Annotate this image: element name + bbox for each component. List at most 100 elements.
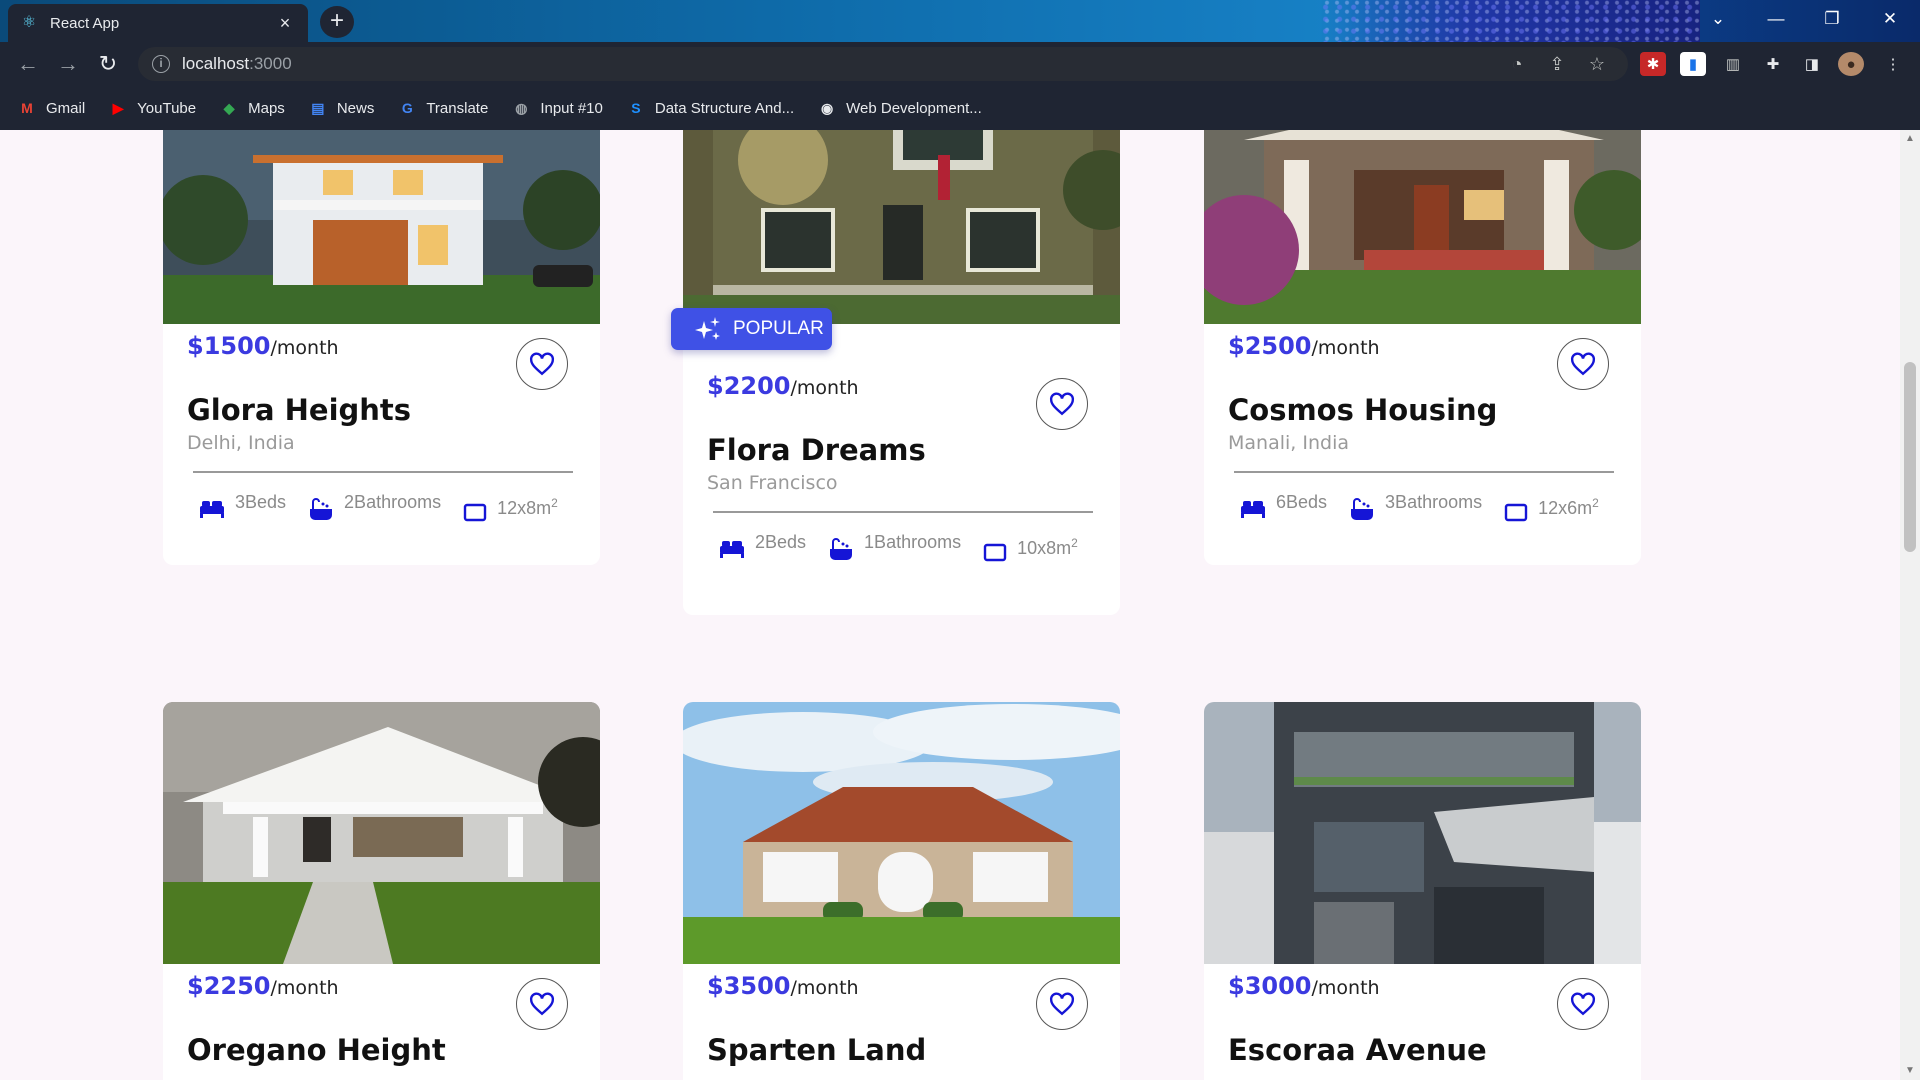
listing-card[interactable]: $1500/month Glora Heights Delhi, India 3… [163, 130, 600, 565]
browser-tab-strip: ⚛ React App × + [0, 0, 1920, 42]
performance-icon[interactable]: ◔ [1502, 49, 1532, 79]
area-icon [1504, 503, 1528, 522]
react-icon: ⚛ [21, 14, 37, 31]
bed-icon [1241, 501, 1265, 518]
extension-icon[interactable]: ✱ [1640, 52, 1666, 76]
profile-avatar[interactable]: ● [1838, 52, 1864, 76]
listing-location: Delhi, India [187, 432, 295, 454]
listing-card[interactable]: $2250/month Oregano Height [163, 702, 600, 1080]
favorite-button[interactable] [1036, 978, 1088, 1030]
price-period: /month [1311, 977, 1380, 999]
scroll-up-arrow-icon[interactable]: ▲ [1900, 130, 1920, 148]
beds-info: 3Beds [199, 492, 286, 518]
favorite-button[interactable] [516, 978, 568, 1030]
bookmark-item[interactable]: G Translate [396, 99, 488, 117]
gmail-icon: M [21, 100, 33, 116]
popular-badge: POPULAR [671, 308, 832, 350]
favorite-button[interactable] [1557, 978, 1609, 1030]
forward-icon[interactable]: → [48, 44, 88, 84]
house-photo [1204, 130, 1641, 324]
area-info: 10x8m2 [983, 532, 1078, 562]
bookmark-label: News [336, 99, 375, 117]
price-period: /month [790, 377, 859, 399]
url-port: :3000 [249, 54, 292, 73]
bookmark-item[interactable]: S Data Structure And... [625, 99, 794, 117]
extension-icon[interactable]: ▮ [1680, 52, 1706, 76]
card-divider [1234, 471, 1614, 473]
translate-icon: G [401, 100, 413, 116]
tab-title: React App [50, 14, 120, 32]
menu-kebab-icon[interactable]: ⋮ [1880, 52, 1906, 76]
amenities-row: 3Beds 2Bathrooms 12x8m2 [199, 492, 580, 522]
reload-icon[interactable]: ↻ [88, 44, 128, 84]
bathtub-icon [1351, 498, 1374, 520]
beds-info: 6Beds [1240, 492, 1327, 518]
bookmark-item[interactable]: M Gmail [16, 99, 85, 117]
close-window-icon[interactable]: ✕ [1864, 0, 1916, 38]
s-logo-icon: S [631, 100, 641, 116]
listing-name: Flora Dreams [707, 433, 926, 467]
favorite-button[interactable] [516, 338, 568, 390]
extension-chart-icon[interactable]: ▥ [1720, 52, 1746, 76]
minimize-icon[interactable]: — [1750, 0, 1802, 38]
close-tab-icon[interactable]: × [274, 13, 296, 34]
area-icon [983, 543, 1007, 562]
bookmark-item[interactable]: ◆ Maps [218, 99, 285, 117]
price-period: /month [270, 337, 339, 359]
side-panel-icon[interactable]: ◨ [1799, 52, 1825, 76]
listing-card[interactable]: $3500/month Sparten Land [683, 702, 1120, 1080]
bookmark-label: Translate [426, 99, 489, 117]
house-photo [163, 702, 600, 964]
new-tab-button[interactable]: + [320, 6, 354, 38]
bookmark-star-icon[interactable]: ☆ [1582, 49, 1612, 79]
card-divider [713, 511, 1093, 513]
bookmark-label: Input #10 [540, 99, 603, 117]
share-icon[interactable]: ⇪ [1542, 49, 1572, 79]
youtube-icon: ▶ [112, 99, 124, 116]
browser-toolbar: ← → ↻ i localhost:3000 ◔ ⇪ ☆ ✱ ▮ ▥ ✚ ◨ ●… [0, 42, 1920, 86]
area-icon [463, 503, 487, 522]
favorite-button[interactable] [1036, 378, 1088, 430]
listing-name: Glora Heights [187, 393, 412, 427]
listing-price: $2200/month [707, 372, 859, 400]
browser-tab[interactable]: ⚛ React App × [8, 4, 308, 42]
bookmark-label: Web Development... [846, 99, 982, 117]
heart-icon [1570, 352, 1596, 376]
bookmark-item[interactable]: ◍ Input #10 [510, 99, 603, 117]
bookmark-item[interactable]: ▤ News [307, 99, 375, 117]
tab-search-icon[interactable]: ⌄ [1692, 0, 1744, 38]
restore-icon[interactable]: ❐ [1806, 0, 1858, 38]
extensions-puzzle-icon[interactable]: ✚ [1760, 52, 1786, 76]
favorite-button[interactable] [1557, 338, 1609, 390]
amenities-row: 2Beds 1Bathrooms 10x8m2 [719, 532, 1100, 562]
page-scrollbar[interactable]: ▲ ▼ [1900, 130, 1920, 1080]
listing-location: San Francisco [707, 472, 838, 494]
listing-card[interactable]: POPULAR $2200/month Flora Dreams San Fra… [671, 130, 1120, 615]
page-viewport: $1500/month Glora Heights Delhi, India 3… [0, 130, 1900, 1080]
listing-name: Oregano Height [187, 1033, 446, 1067]
url-host: localhost [182, 54, 250, 73]
bathtub-icon [310, 498, 333, 520]
listing-price: $3500/month [707, 972, 859, 1000]
scroll-down-arrow-icon[interactable]: ▼ [1900, 1062, 1920, 1080]
price-period: /month [270, 977, 339, 999]
area-info: 12x8m2 [463, 492, 558, 522]
baths-info: 2Bathrooms [308, 492, 441, 522]
listing-card[interactable]: $3000/month Escoraa Avenue [1204, 702, 1641, 1080]
bathtub-icon [830, 538, 853, 560]
site-info-icon[interactable]: i [152, 55, 170, 73]
listing-price: $2500/month [1228, 332, 1380, 360]
bookmark-label: Data Structure And... [654, 99, 795, 117]
house-photo [683, 702, 1120, 964]
listing-card[interactable]: $2500/month Cosmos Housing Manali, India… [1204, 130, 1641, 565]
back-icon[interactable]: ← [8, 44, 48, 84]
bookmark-item[interactable]: ◉ Web Development... [816, 99, 982, 117]
address-bar[interactable]: i localhost:3000 ◔ ⇪ ☆ [138, 47, 1628, 81]
listing-price: $2250/month [187, 972, 339, 1000]
area-info: 12x6m2 [1504, 492, 1599, 522]
bookmarks-bar: M Gmail ▶ YouTube ◆ Maps ▤ News G Translate ◍ Input… [0, 86, 1920, 130]
baths-info: 3Bathrooms [1349, 492, 1482, 522]
bookmark-item[interactable]: ▶ YouTube [107, 99, 196, 117]
scrollbar-thumb[interactable] [1904, 362, 1916, 552]
listing-name: Cosmos Housing [1228, 393, 1498, 427]
